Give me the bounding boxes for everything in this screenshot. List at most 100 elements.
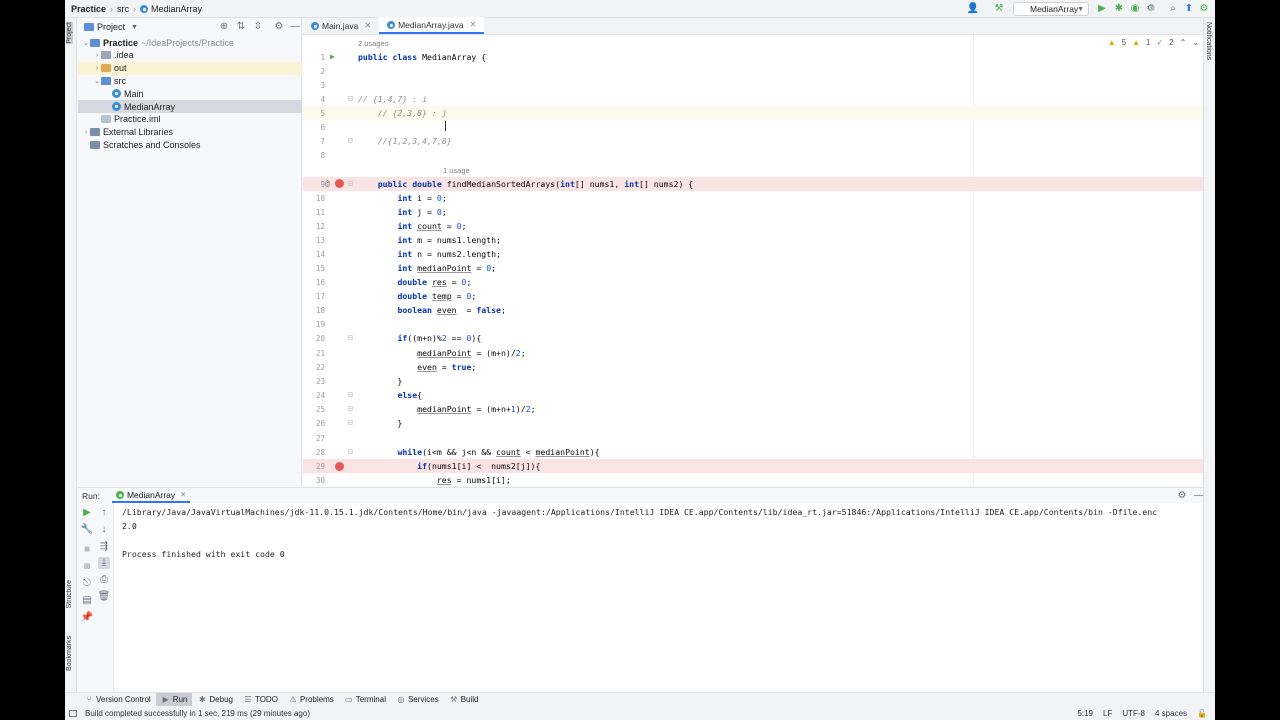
line-number[interactable]: 25 bbox=[303, 405, 325, 414]
code-line[interactable]: 1 public class MedianArray { bbox=[303, 50, 1203, 64]
line-number[interactable]: 3 bbox=[303, 81, 325, 90]
layout-icon[interactable]: ▤ bbox=[81, 595, 93, 607]
tool-window-build[interactable]: ⚒ Build bbox=[444, 693, 484, 707]
line-number[interactable]: 9 bbox=[303, 180, 325, 189]
inspection-widget[interactable]: ▲ 5 ▲ 1 ✓ 2 ⌃ ⌄ bbox=[1108, 38, 1199, 47]
console-output[interactable]: /Library/Java/JavaVirtualMachines/jdk-11… bbox=[122, 505, 1212, 690]
tree-item[interactable]: › .idea bbox=[78, 49, 302, 62]
usages-hint-method[interactable]: 1 usage bbox=[443, 166, 470, 175]
code-line[interactable]: 19 bbox=[303, 317, 1203, 331]
notifications-tool-label[interactable]: Notifications bbox=[1205, 22, 1212, 60]
code-line[interactable]: 26 } bbox=[303, 416, 1203, 430]
code-line[interactable]: 14 int n = nums2.length; bbox=[303, 247, 1203, 261]
print-icon[interactable]: ⎙ bbox=[98, 574, 110, 586]
line-number[interactable]: 14 bbox=[303, 250, 325, 259]
coverage-icon[interactable]: ◉ bbox=[1129, 3, 1141, 15]
tree-item[interactable]: › External Libraries bbox=[78, 126, 302, 139]
structure-tool-label[interactable]: Structure bbox=[66, 580, 73, 608]
tool-window-problems[interactable]: ⚠ Problems bbox=[283, 693, 339, 707]
breakpoint-icon[interactable] bbox=[335, 462, 344, 471]
code-line[interactable]: 2 bbox=[303, 64, 1203, 78]
breadcrumb-file[interactable]: MedianArray bbox=[151, 4, 202, 14]
fold-icon[interactable]: ⊟ bbox=[348, 94, 353, 103]
line-number[interactable]: 24 bbox=[303, 391, 325, 400]
tool-window-services[interactable]: ◎ Services bbox=[391, 693, 444, 707]
settings-icon[interactable]: ⚙ bbox=[1198, 3, 1210, 15]
line-number[interactable]: 28 bbox=[303, 448, 325, 457]
chevron-down-icon[interactable]: ⌄ bbox=[82, 39, 90, 47]
code-line[interactable]: 29 if(nums1[i] < nums2[j]){ bbox=[303, 459, 1203, 473]
line-number[interactable]: 2 bbox=[303, 67, 325, 76]
run-class-icon[interactable]: ▶ bbox=[330, 52, 335, 61]
run-tab-medianarray[interactable]: MedianArray ✕ bbox=[111, 488, 191, 503]
code-line[interactable]: 21 medianPoint = (m+n)/2; bbox=[303, 346, 1203, 360]
tool-window-version-control[interactable]: ⑂ Version Control bbox=[79, 693, 156, 707]
chevron-right-icon[interactable]: › bbox=[82, 129, 90, 136]
line-number[interactable]: 30 bbox=[303, 476, 325, 485]
locate-icon[interactable]: ⊕ bbox=[218, 21, 230, 33]
chevron-right-icon[interactable]: › bbox=[93, 52, 101, 59]
tree-item[interactable]: ⌄ Practice ~/IdeaProjects/Practice bbox=[78, 36, 302, 49]
code-editor[interactable]: 2 usages 1 usage 1 public class MedianArr… bbox=[303, 35, 1215, 486]
code-line[interactable]: 11 int j = 0; bbox=[303, 205, 1203, 219]
collapse-all-icon[interactable]: ⇅ bbox=[235, 21, 247, 33]
tree-item[interactable]: ⌄ src bbox=[78, 74, 302, 87]
fold-icon[interactable]: ⊟ bbox=[348, 404, 353, 413]
line-number[interactable]: 10 bbox=[303, 194, 325, 203]
code-line[interactable]: 17 double temp = 0; bbox=[303, 289, 1203, 303]
run-configuration-dropdown[interactable]: MedianArray ▼ bbox=[1013, 2, 1089, 16]
stop-square-icon[interactable]: ■ bbox=[1146, 3, 1158, 15]
override-icon[interactable]: @ bbox=[325, 179, 330, 188]
line-number[interactable]: 22 bbox=[303, 363, 325, 372]
close-icon[interactable]: ✕ bbox=[364, 21, 371, 30]
breadcrumb-project[interactable]: Practice bbox=[71, 4, 106, 14]
line-number[interactable]: 17 bbox=[303, 292, 325, 301]
soft-wrap-icon[interactable]: ⇶ bbox=[98, 541, 110, 553]
code-line[interactable]: 6 bbox=[303, 120, 1203, 134]
debug-icon[interactable]: ✱ bbox=[1113, 3, 1125, 15]
tree-item[interactable]: › out bbox=[78, 61, 302, 75]
status-message[interactable]: Build completed successfully in 1 sec, 2… bbox=[85, 709, 310, 718]
breakpoint-icon[interactable] bbox=[335, 179, 344, 188]
fold-icon[interactable]: ⊟ bbox=[348, 136, 353, 145]
project-view-selector[interactable]: Project bbox=[97, 22, 125, 32]
code-line[interactable]: 30 res = nums1[i]; bbox=[303, 473, 1203, 486]
user-icon[interactable]: 👤 bbox=[967, 3, 979, 15]
code-line[interactable]: 28 while(i<m && j<n && count < medianPoi… bbox=[303, 445, 1203, 459]
close-icon[interactable]: ✕ bbox=[470, 20, 477, 29]
line-number[interactable]: 12 bbox=[303, 222, 325, 231]
line-number[interactable]: 20 bbox=[303, 334, 325, 343]
line-number[interactable]: 27 bbox=[303, 434, 325, 443]
line-number[interactable]: 21 bbox=[303, 349, 325, 358]
scroll-down-icon[interactable]: ↓ bbox=[98, 524, 110, 536]
fold-icon[interactable]: ⊟ bbox=[348, 447, 353, 456]
search-icon[interactable]: ⌕ bbox=[1167, 3, 1179, 15]
tool-window-run[interactable]: ▶ Run bbox=[155, 692, 193, 707]
chevron-down-icon[interactable]: ⌄ bbox=[1192, 38, 1199, 47]
tree-item[interactable]: MedianArray bbox=[78, 100, 302, 113]
code-line[interactable]: 18 boolean even = false; bbox=[303, 303, 1203, 317]
code-line[interactable]: 8 bbox=[303, 148, 1203, 162]
line-separator[interactable]: LF bbox=[1103, 709, 1112, 718]
tab-medianarray-java[interactable]: MedianArray.java ✕ bbox=[379, 17, 485, 34]
camera-icon[interactable]: ◙ bbox=[81, 561, 93, 573]
tree-item[interactable]: Scratches and Consoles bbox=[78, 138, 302, 151]
line-number[interactable]: 13 bbox=[303, 236, 325, 245]
code-line[interactable]: 5 // {2,3,8} : j bbox=[303, 106, 1203, 120]
wrench-icon[interactable]: 🔧 bbox=[81, 524, 93, 536]
code-line[interactable]: 25 medianPoint = (m+n+1)/2; bbox=[303, 402, 1203, 416]
code-line[interactable]: 23 } bbox=[303, 374, 1203, 388]
line-number[interactable]: 29 bbox=[303, 462, 325, 471]
line-number[interactable]: 23 bbox=[303, 377, 325, 386]
usages-hint-class[interactable]: 2 usages bbox=[358, 39, 388, 48]
line-number[interactable]: 15 bbox=[303, 264, 325, 273]
code-line[interactable]: 20 if((m+n)%2 == 0){ bbox=[303, 331, 1203, 345]
chevron-right-icon[interactable]: › bbox=[93, 65, 101, 72]
chevron-up-icon[interactable]: ⌃ bbox=[1180, 38, 1187, 47]
code-line[interactable]: 16 double res = 0; bbox=[303, 275, 1203, 289]
code-line[interactable]: 27 bbox=[303, 431, 1203, 445]
line-number[interactable]: 6 bbox=[303, 123, 325, 132]
code-line[interactable]: 4 // {1,4,7} : i bbox=[303, 92, 1203, 106]
stop-icon[interactable]: ■ bbox=[81, 544, 93, 556]
run-icon[interactable]: ▶ bbox=[1096, 3, 1108, 15]
